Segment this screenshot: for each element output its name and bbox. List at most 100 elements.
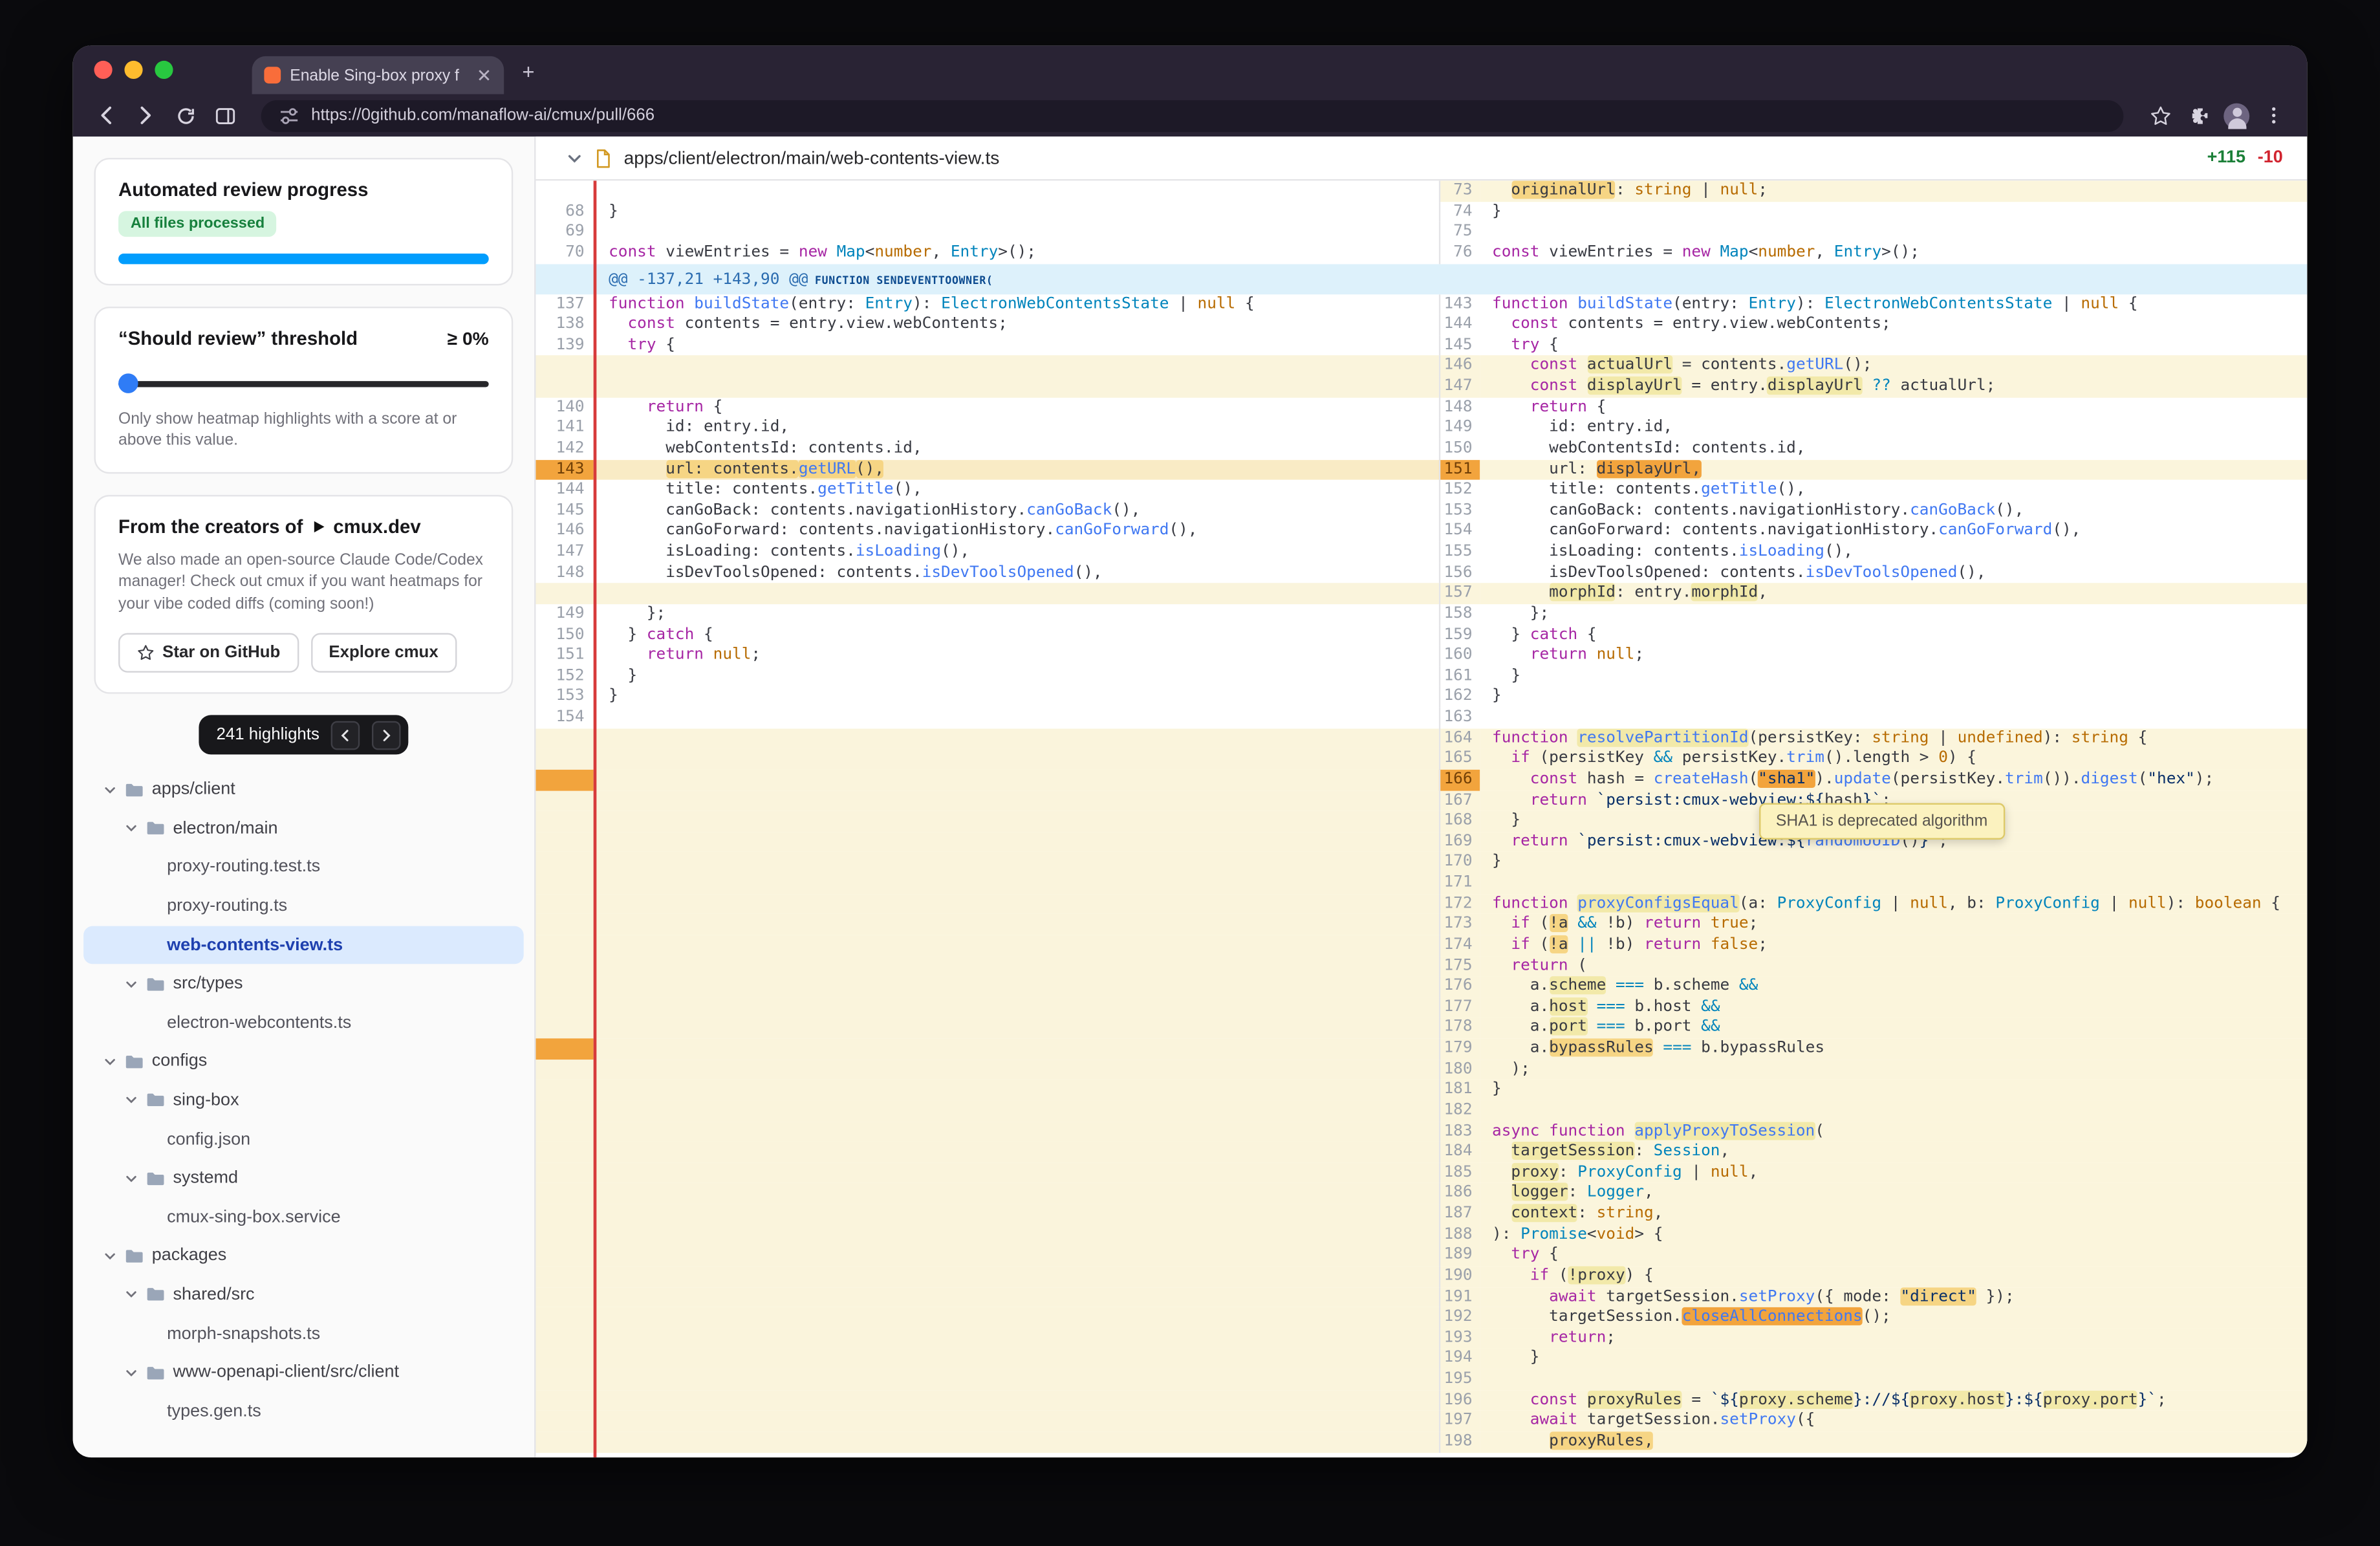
line-number-old[interactable]: 141 <box>536 418 593 439</box>
line-number-old[interactable] <box>536 1307 593 1328</box>
line-number-new[interactable]: 163 <box>1439 708 1480 728</box>
line-number-old[interactable] <box>536 1266 593 1287</box>
tree-item-packages[interactable]: packages <box>73 1237 534 1276</box>
line-number-new[interactable]: 162 <box>1439 687 1480 708</box>
line-number-new[interactable]: 159 <box>1439 625 1480 646</box>
line-number-new[interactable]: 76 <box>1439 243 1480 263</box>
line-number-new[interactable]: 151 <box>1439 459 1480 480</box>
sidebar-toggle-icon[interactable] <box>210 100 240 131</box>
maximize-window-button[interactable] <box>155 61 173 79</box>
line-number-old[interactable] <box>536 1245 593 1266</box>
file-path[interactable]: apps/client/electron/main/web-contents-v… <box>624 147 2195 169</box>
tree-item-morph-snapshots.ts[interactable]: morph-snapshots.ts <box>73 1314 534 1353</box>
tree-item-cmux-sing-box.service[interactable]: cmux-sing-box.service <box>73 1198 534 1237</box>
line-number-new[interactable]: 73 <box>1439 180 1480 201</box>
line-number-new[interactable]: 165 <box>1439 749 1480 770</box>
line-number-new[interactable]: 175 <box>1439 955 1480 976</box>
line-number-new[interactable]: 152 <box>1439 480 1480 501</box>
line-number-old[interactable]: 70 <box>536 243 593 263</box>
line-number-old[interactable] <box>536 914 593 935</box>
line-number-old[interactable] <box>536 356 593 376</box>
line-number-old[interactable] <box>536 1204 593 1225</box>
tree-item-proxy-routing.test.ts[interactable]: proxy-routing.test.ts <box>73 848 534 887</box>
extensions-icon[interactable] <box>2184 100 2214 131</box>
line-number-new[interactable]: 177 <box>1439 997 1480 1018</box>
tree-item-src-types[interactable]: src/types <box>73 964 534 1003</box>
line-number-new[interactable]: 144 <box>1439 314 1480 335</box>
line-number-old[interactable] <box>536 832 593 853</box>
line-number-old[interactable]: 154 <box>536 708 593 728</box>
line-number-old[interactable]: 148 <box>536 563 593 583</box>
line-number-new[interactable]: 156 <box>1439 563 1480 583</box>
chevron-down-icon[interactable] <box>103 1055 117 1069</box>
back-icon[interactable] <box>91 100 122 131</box>
line-number-old[interactable] <box>536 1038 593 1059</box>
tree-item-www-openapi-client-src-client[interactable]: www-openapi-client/src/client <box>73 1353 534 1392</box>
line-number-old[interactable] <box>536 770 593 790</box>
line-number-new[interactable]: 158 <box>1439 604 1480 625</box>
line-number-new[interactable]: 186 <box>1439 1183 1480 1204</box>
tree-item-web-contents-view.ts[interactable]: web-contents-view.ts <box>83 926 524 964</box>
line-number-new[interactable]: 172 <box>1439 893 1480 914</box>
line-number-new[interactable]: 154 <box>1439 521 1480 542</box>
line-number-old[interactable] <box>536 180 593 201</box>
line-number-new[interactable]: 189 <box>1439 1245 1480 1266</box>
line-number-new[interactable]: 178 <box>1439 1018 1480 1038</box>
line-number-old[interactable]: 147 <box>536 542 593 563</box>
tab-close-icon[interactable]: ✕ <box>477 66 492 84</box>
line-number-old[interactable]: 143 <box>536 459 593 480</box>
line-number-new[interactable]: 191 <box>1439 1287 1480 1307</box>
line-number-old[interactable]: 138 <box>536 314 593 335</box>
line-number-old[interactable] <box>536 1100 593 1121</box>
line-number-new[interactable]: 188 <box>1439 1225 1480 1245</box>
line-number-new[interactable]: 176 <box>1439 976 1480 997</box>
line-number-new[interactable]: 183 <box>1439 1121 1480 1142</box>
line-number-new[interactable]: 155 <box>1439 542 1480 563</box>
line-number-old[interactable] <box>536 728 593 749</box>
line-number-new[interactable]: 146 <box>1439 356 1480 376</box>
line-number-old[interactable] <box>536 853 593 873</box>
line-number-old[interactable]: 139 <box>536 335 593 356</box>
line-number-old[interactable] <box>536 376 593 397</box>
line-number-old[interactable] <box>536 1328 593 1349</box>
tree-item-systemd[interactable]: systemd <box>73 1159 534 1198</box>
line-number-new[interactable]: 160 <box>1439 646 1480 666</box>
line-number-new[interactable]: 173 <box>1439 914 1480 935</box>
line-number-new[interactable]: 193 <box>1439 1328 1480 1349</box>
line-number-old[interactable]: 151 <box>536 646 593 666</box>
line-number-old[interactable] <box>536 893 593 914</box>
line-number-new[interactable]: 75 <box>1439 222 1480 243</box>
chevron-down-icon[interactable] <box>124 1094 138 1107</box>
line-number-new[interactable]: 168 <box>1439 811 1480 832</box>
line-number-new[interactable]: 184 <box>1439 1142 1480 1162</box>
line-number-old[interactable] <box>536 749 593 770</box>
line-number-new[interactable]: 179 <box>1439 1038 1480 1059</box>
line-number-old[interactable] <box>536 1162 593 1183</box>
tree-item-types.gen.ts[interactable]: types.gen.ts <box>73 1392 534 1431</box>
line-number-old[interactable]: 153 <box>536 687 593 708</box>
site-settings-icon[interactable] <box>279 105 299 125</box>
line-number-new[interactable]: 180 <box>1439 1059 1480 1080</box>
line-number-new[interactable]: 187 <box>1439 1204 1480 1225</box>
line-number-old[interactable] <box>536 1183 593 1204</box>
line-number-new[interactable]: 195 <box>1439 1369 1480 1390</box>
line-number-new[interactable]: 149 <box>1439 418 1480 439</box>
line-number-new[interactable]: 166 <box>1439 770 1480 790</box>
threshold-slider[interactable] <box>118 373 489 393</box>
line-number-new[interactable]: 171 <box>1439 873 1480 893</box>
line-number-new[interactable]: 194 <box>1439 1349 1480 1369</box>
line-number-new[interactable]: 169 <box>1439 832 1480 853</box>
line-number-old[interactable]: 140 <box>536 397 593 418</box>
line-number-new[interactable]: 150 <box>1439 439 1480 459</box>
line-number-old[interactable] <box>536 873 593 893</box>
line-number-new[interactable]: 74 <box>1439 201 1480 222</box>
line-number-old[interactable] <box>536 997 593 1018</box>
reload-icon[interactable] <box>170 100 200 131</box>
slider-track[interactable] <box>118 381 489 387</box>
forward-icon[interactable] <box>131 100 161 131</box>
tree-item-electron-main[interactable]: electron/main <box>73 809 534 848</box>
line-number-new[interactable]: 190 <box>1439 1266 1480 1287</box>
line-number-old[interactable] <box>536 811 593 832</box>
line-number-new[interactable]: 143 <box>1439 294 1480 314</box>
line-number-old[interactable]: 69 <box>536 222 593 243</box>
